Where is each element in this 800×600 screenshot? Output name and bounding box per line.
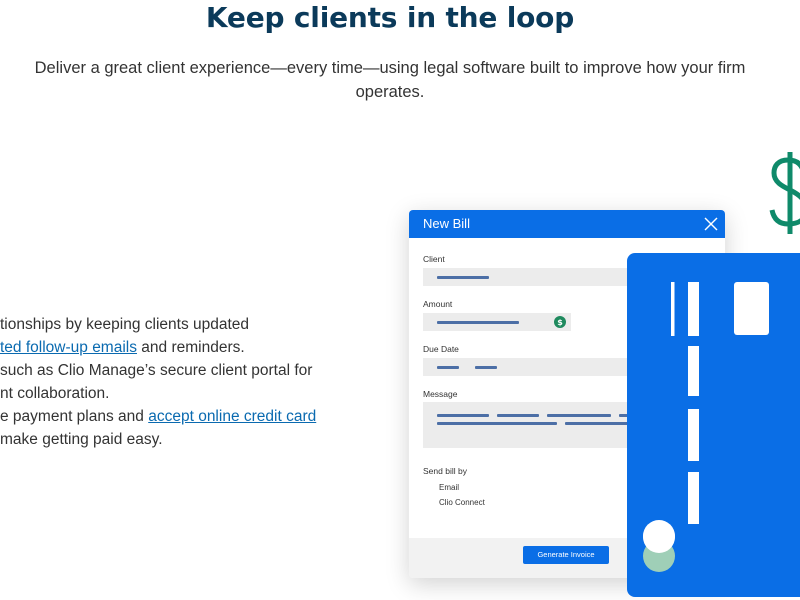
send-option-email[interactable]: Email — [439, 483, 459, 492]
section-heading: Keep clients in the loop — [205, 1, 575, 34]
message-label: Message — [423, 389, 458, 399]
bullet-line: make getting paid easy. — [0, 431, 163, 448]
client-label: Client — [423, 254, 445, 264]
dollar-sign-icon — [769, 152, 800, 234]
bill-title: New Bill — [423, 216, 470, 231]
send-option-clio-connect[interactable]: Clio Connect — [439, 498, 485, 507]
bullet-text: e payment plans and — [0, 408, 149, 425]
section-subtext: Deliver a great client experience—every … — [34, 59, 746, 101]
generate-invoice-button[interactable]: Generate Invoice — [523, 546, 609, 564]
message-field[interactable] — [423, 402, 643, 448]
follow-up-emails-link[interactable]: ted follow-up emails — [0, 339, 137, 356]
credit-card-illustration — [627, 253, 800, 597]
send-by-label: Send bill by — [423, 466, 467, 476]
bullet-line: tionships by keeping clients updated — [0, 316, 250, 333]
bullet-line: e payment plans and accept online credit… — [0, 406, 316, 428]
bullet-line: such as Clio Manage’s secure client port… — [0, 362, 313, 379]
accept-credit-card-link[interactable]: accept online credit card — [148, 408, 316, 425]
amount-field[interactable] — [423, 313, 571, 331]
close-icon[interactable] — [703, 216, 719, 232]
svg-text:$: $ — [557, 318, 563, 327]
due-date-label: Due Date — [423, 344, 459, 354]
bullet-line: ted follow-up emails and reminders. — [0, 337, 245, 359]
bill-header: New Bill — [409, 210, 725, 238]
card-graphics — [643, 282, 769, 572]
amount-label: Amount — [423, 299, 453, 309]
bullet-line: nt collaboration. — [0, 385, 110, 402]
bullet-text: and reminders. — [136, 339, 245, 356]
coin-icon: $ — [554, 316, 566, 328]
